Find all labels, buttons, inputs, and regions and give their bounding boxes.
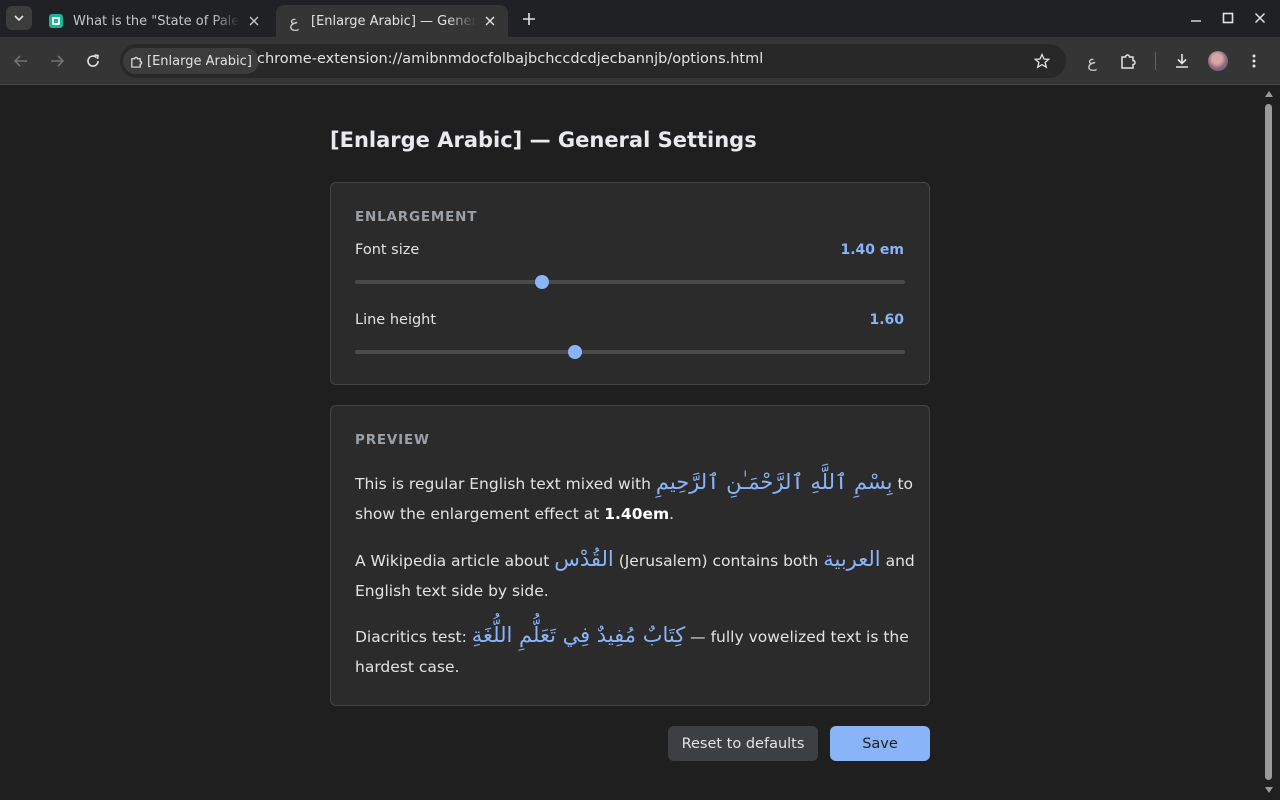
page-favicon-icon — [48, 13, 64, 29]
reset-to-defaults-button[interactable]: Reset to defaults — [668, 726, 818, 761]
back-button[interactable] — [9, 49, 33, 73]
more-vert-icon — [1252, 54, 1256, 68]
font-size-slider[interactable] — [355, 280, 905, 284]
preview-text: A Wikipedia article about — [355, 552, 555, 570]
url-text[interactable]: chrome-extension://amibnmdocfolbajbchccd… — [257, 51, 763, 67]
bookmark-button[interactable] — [1030, 49, 1054, 73]
arabic-ain-icon: ع — [289, 11, 299, 31]
maximize-button[interactable] — [1216, 6, 1240, 30]
close-window-button[interactable] — [1248, 6, 1272, 30]
preview-text: Diacritics test: — [355, 628, 472, 646]
arabic-text: العربية — [823, 547, 881, 571]
extensions-button[interactable] — [1116, 49, 1140, 73]
forward-button[interactable] — [45, 49, 69, 73]
back-arrow-icon — [13, 55, 27, 67]
arabic-text: كِتَابٌ مُفِيدٌ فِي تَعَلُّمِ اللُّغَةِ — [471, 623, 686, 647]
scroll-down-arrow-icon[interactable] — [1264, 785, 1274, 795]
toolbar-divider — [1155, 52, 1156, 70]
browser-menu-button[interactable] — [1242, 49, 1266, 73]
close-tab-icon[interactable] — [480, 11, 500, 31]
maximize-icon — [1222, 12, 1234, 24]
line-height-slider-thumb[interactable] — [568, 345, 582, 359]
close-icon — [1254, 12, 1266, 24]
forward-arrow-icon — [51, 55, 65, 67]
font-size-label: Font size — [355, 242, 420, 258]
site-chip-label: [Enlarge Arabic] — [147, 53, 252, 69]
tab-title: What is the "State of Palestine" — [73, 13, 240, 29]
puzzle-icon — [1121, 54, 1136, 69]
scrollbar-thumb[interactable] — [1265, 104, 1272, 780]
tab-wikipedia[interactable]: What is the "State of Palestine" — [40, 5, 272, 37]
line-height-slider[interactable] — [355, 350, 905, 354]
line-height-value: 1.60 — [869, 312, 904, 328]
preview-text: (Jerusalem) contains both — [613, 552, 824, 570]
font-size-slider-thumb[interactable] — [535, 275, 549, 289]
preview-paragraph-2: A Wikipedia article about القُدْس (Jerus… — [355, 544, 915, 606]
arabic-text: القُدْس — [554, 547, 614, 571]
preview-paragraph-3: Diacritics test: كِتَابٌ مُفِيدٌ فِي تَع… — [355, 620, 915, 682]
minimize-button[interactable] — [1184, 6, 1208, 30]
download-icon — [1176, 54, 1188, 68]
preview-paragraph-1: This is regular English text mixed with … — [355, 467, 915, 529]
arabic-text: بِسْمِ ٱللَّهِ ٱلرَّحْمَـٰنِ ٱلرَّحِيمِ — [655, 470, 893, 494]
tab-search-button[interactable] — [6, 6, 32, 30]
scroll-up-arrow-icon[interactable] — [1264, 89, 1274, 99]
chevron-down-icon — [14, 15, 24, 22]
page-title: [Enlarge Arabic] — General Settings — [330, 128, 757, 152]
reload-button[interactable] — [81, 49, 105, 73]
minimize-icon — [1191, 20, 1201, 22]
new-tab-button[interactable] — [518, 8, 540, 30]
close-tab-icon[interactable] — [244, 11, 264, 31]
enlarge-arabic-extension-icon[interactable]: ع — [1080, 49, 1104, 73]
preview-text: This is regular English text mixed with — [355, 475, 656, 493]
extension-puzzle-icon — [129, 54, 143, 68]
enlargement-section-label: ENLARGEMENT — [355, 209, 478, 225]
font-size-value: 1.40 em — [840, 242, 905, 258]
page-scrollbar[interactable] — [1262, 86, 1276, 800]
site-info-chip[interactable]: [Enlarge Arabic] — [123, 48, 259, 74]
profile-avatar[interactable] — [1208, 51, 1228, 71]
downloads-button[interactable] — [1170, 49, 1194, 73]
plus-icon — [523, 13, 535, 25]
star-icon — [1034, 53, 1050, 69]
preview-section-label: PREVIEW — [355, 432, 430, 448]
tab-strip: What is the "State of Palestine" ع [Enla… — [0, 0, 1280, 37]
tab-enlarge-arabic[interactable]: ع [Enlarge Arabic] — General Settings — [276, 5, 508, 37]
line-height-label: Line height — [355, 312, 437, 328]
reload-icon — [87, 54, 99, 67]
preview-text: . — [669, 505, 675, 523]
preview-bold-value: 1.40em — [604, 505, 670, 523]
tab-title: [Enlarge Arabic] — General Settings — [311, 13, 476, 29]
save-button[interactable]: Save — [830, 726, 930, 761]
